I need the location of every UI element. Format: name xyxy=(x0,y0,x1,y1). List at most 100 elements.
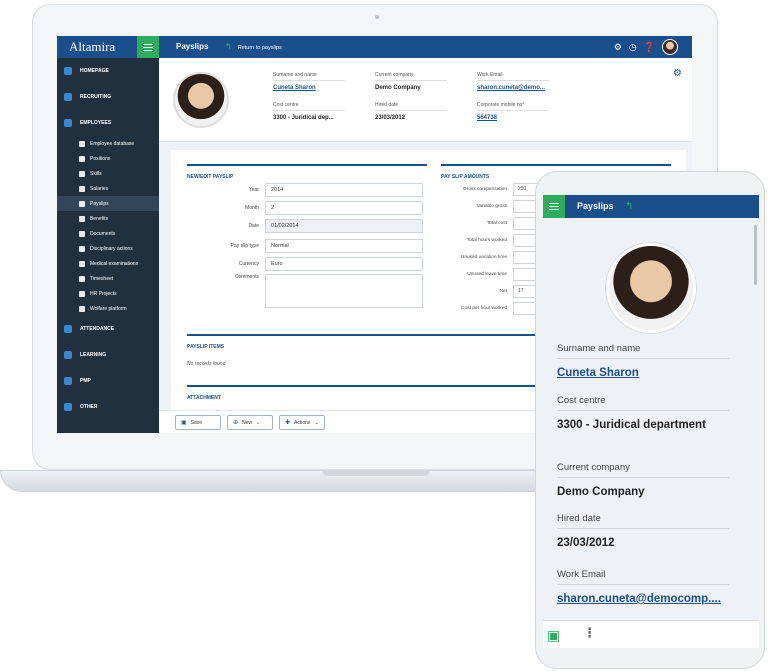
month-input[interactable]: 2 xyxy=(265,201,423,215)
mobile-page-title: Payslips xyxy=(577,201,614,211)
date-row: Date 01/02/2014 xyxy=(187,219,423,233)
currency-row: Currency Euro xyxy=(187,257,423,271)
mobile-top-bar: Payslips ↰ xyxy=(543,195,759,218)
sidebar-item-disciplinary[interactable]: Disciplinary actions xyxy=(57,241,159,256)
payslips-icon xyxy=(79,200,85,207)
employees-icon xyxy=(64,119,72,127)
comments-textarea[interactable] xyxy=(265,274,423,308)
type-row: Pay slip type Normal xyxy=(187,239,423,253)
phone-frame: Payslips ↰ Surname and name Cuneta Sharon… xyxy=(535,171,765,669)
laptop-camera xyxy=(375,15,379,19)
profile-company: Current company Demo Company xyxy=(375,72,447,91)
mobile-menu-button[interactable] xyxy=(543,195,565,218)
top-bar: Altamira Payslips ↰ Return to payslips ⚙ … xyxy=(57,36,692,58)
chevron-down-icon: ⌄ xyxy=(314,419,319,426)
more-vertical-icon[interactable]: ⋮ xyxy=(583,625,596,641)
mobile-surname: Surname and name Cuneta Sharon xyxy=(557,343,729,379)
back-arrow-icon: ↰ xyxy=(225,42,232,51)
sidebar-item-attendance[interactable]: ATTENDANCE xyxy=(57,316,159,342)
recruiting-icon xyxy=(64,93,72,101)
medical-icon xyxy=(79,260,85,267)
database-icon xyxy=(79,140,85,147)
save-button[interactable]: ▣ Save xyxy=(175,415,221,430)
back-arrow-icon[interactable]: ↰ xyxy=(625,195,633,218)
brand-logo[interactable]: Altamira xyxy=(57,36,137,58)
year-input[interactable]: 2014 xyxy=(265,183,423,197)
learning-icon xyxy=(64,351,72,359)
employee-photo xyxy=(173,72,229,128)
platform-icon xyxy=(79,305,85,312)
sidebar-item-homepage[interactable]: HOMEPAGE xyxy=(57,58,159,84)
year-row: Year 2014 xyxy=(187,183,423,197)
stage: Altamira Payslips ↰ Return to payslips ⚙ … xyxy=(0,0,768,671)
plus-icon: ⊕ xyxy=(233,420,239,426)
sidebar-item-other[interactable]: OTHER xyxy=(57,394,159,420)
profile-cost-centre: Cost centre 3300 - Juridical dep... xyxy=(273,102,345,121)
profile-hired-date: Hired date 23/03/2012 xyxy=(375,102,447,121)
sidebar-item-salaries[interactable]: Salaries xyxy=(57,181,159,196)
mobile-hired-date: Hired date 23/03/2012 xyxy=(557,513,729,549)
chevron-down-icon: ⌄ xyxy=(256,419,261,426)
sidebar-item-pmp[interactable]: PMP xyxy=(57,368,159,394)
profile-surname: Surname and name Cuneta Sharon xyxy=(273,72,345,91)
actions-button[interactable]: ✚ Actions ⌄ xyxy=(279,415,325,430)
sidebar-item-wolfare[interactable]: Wolfare platform xyxy=(57,301,159,316)
pmp-icon xyxy=(64,377,72,385)
sidebar-item-recruiting[interactable]: RECRUITING xyxy=(57,84,159,110)
gavel-icon xyxy=(79,245,85,252)
settings-icon[interactable]: ⚙ xyxy=(614,42,622,53)
clock-icon[interactable]: ◷ xyxy=(629,42,637,53)
sidebar-item-timesheet[interactable]: Timesheet xyxy=(57,271,159,286)
benefits-icon xyxy=(79,215,85,222)
sidebar-item-medical[interactable]: Medical examinations xyxy=(57,256,159,271)
salaries-icon xyxy=(79,185,85,192)
help-icon[interactable]: ❓ xyxy=(644,42,655,53)
sidebar-item-documents[interactable]: Documents xyxy=(57,226,159,241)
month-row: Month 2 xyxy=(187,201,423,215)
mobile-email: Work Email sharon.cuneta@democomp.... xyxy=(557,569,729,605)
sidebar-item-hr-projects[interactable]: HR Projects xyxy=(57,286,159,301)
add-icon: ✚ xyxy=(285,420,291,426)
positions-icon xyxy=(79,155,85,162)
mobile-employee-photo xyxy=(606,243,696,333)
sidebar-item-benefits[interactable]: Benefits xyxy=(57,211,159,226)
menu-button[interactable] xyxy=(137,36,159,58)
payslip-type-select[interactable]: Normal xyxy=(265,239,423,253)
mobile-company: Current company Demo Company xyxy=(557,462,729,498)
home-icon xyxy=(64,67,72,75)
sidebar: HOMEPAGE RECRUITING EMPLOYEES Employee d… xyxy=(57,58,159,433)
return-link[interactable]: ↰ Return to payslips xyxy=(225,36,282,59)
user-avatar[interactable] xyxy=(662,39,678,55)
other-icon xyxy=(64,403,72,411)
sidebar-item-skills[interactable]: Skills xyxy=(57,166,159,181)
mobile-scrollbar[interactable] xyxy=(754,225,757,285)
sidebar-item-positions[interactable]: Positions xyxy=(57,151,159,166)
sidebar-item-learning[interactable]: LEARNING xyxy=(57,342,159,368)
date-input[interactable]: 01/02/2014 xyxy=(265,219,423,233)
profile-email: Work Email sharon.cuneta@demo... xyxy=(477,72,549,91)
page-title: Payslips xyxy=(176,42,209,51)
sidebar-item-employee-database[interactable]: Employee database xyxy=(57,136,159,151)
timesheet-icon xyxy=(79,275,85,282)
profile-header: Surname and name Cuneta Sharon Current co… xyxy=(159,58,692,142)
hamburger-icon xyxy=(143,44,153,45)
top-icons: ⚙ ◷ ❓ xyxy=(614,36,692,58)
save-icon[interactable]: ▣ xyxy=(547,627,560,644)
hamburger-icon xyxy=(549,203,559,204)
comments-row: Comments xyxy=(187,274,423,308)
save-icon: ▣ xyxy=(181,420,187,426)
mobile-app: Payslips ↰ Surname and name Cuneta Sharon… xyxy=(543,195,759,648)
new-button[interactable]: ⊕ New ⌄ xyxy=(227,415,273,430)
payslip-section-title: NEW/EDIT PAYSLIP xyxy=(187,164,427,180)
gear-icon[interactable]: ⚙ xyxy=(673,68,682,79)
no-records-text: No records found xyxy=(187,361,226,367)
profile-mobile: Corporate mobile no° 564738 xyxy=(477,102,549,121)
sidebar-item-employees[interactable]: EMPLOYEES xyxy=(57,110,159,136)
projects-icon xyxy=(79,290,85,297)
mobile-cost-centre: Cost centre 3300 - Juridical department xyxy=(557,395,729,431)
currency-select[interactable]: Euro xyxy=(265,257,423,271)
mobile-bottom-bar: ▣ ⋮ xyxy=(543,620,759,648)
skills-icon xyxy=(79,170,85,177)
sidebar-item-payslips[interactable]: Payslips xyxy=(57,196,159,211)
documents-icon xyxy=(79,230,85,237)
